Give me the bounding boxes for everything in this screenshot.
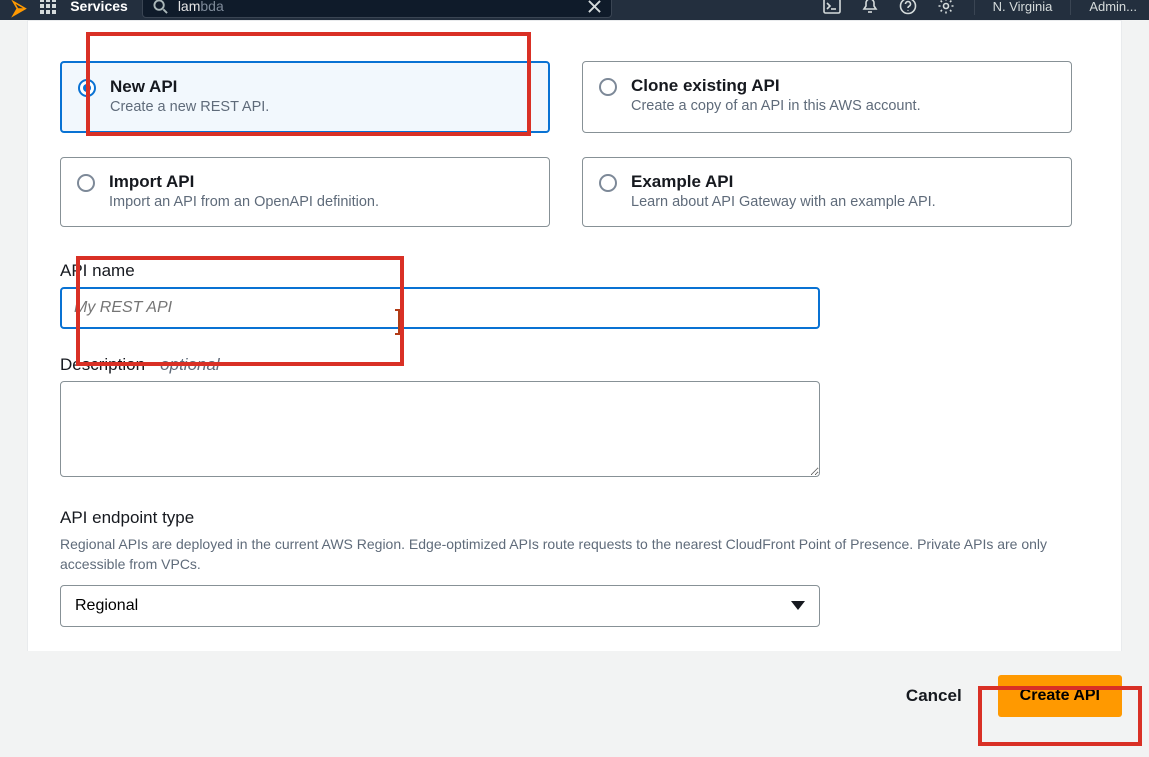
- tile-title: Import API: [109, 172, 379, 192]
- radio-new-api[interactable]: [78, 79, 96, 97]
- aws-logo[interactable]: ⮚: [12, 0, 26, 18]
- description-group: Description - optional: [60, 355, 1089, 482]
- tile-title: Clone existing API: [631, 76, 921, 96]
- chevron-down-icon: [791, 601, 805, 610]
- account-menu[interactable]: Admin...: [1089, 0, 1137, 14]
- tile-example-api[interactable]: Example API Learn about API Gateway with…: [582, 157, 1072, 227]
- settings-icon[interactable]: [936, 0, 956, 16]
- create-api-panel: New API Create a new REST API. Clone exi…: [27, 20, 1122, 651]
- help-icon[interactable]: [898, 0, 918, 16]
- nav-divider: [974, 0, 975, 15]
- tile-desc: Create a new REST API.: [110, 99, 269, 115]
- close-icon[interactable]: [588, 0, 601, 13]
- cancel-button[interactable]: Cancel: [900, 676, 968, 716]
- description-label: Description - optional: [60, 355, 1089, 375]
- radio-example-api[interactable]: [599, 174, 617, 192]
- radio-import-api[interactable]: [77, 174, 95, 192]
- tile-desc: Import an API from an OpenAPI definition…: [109, 194, 379, 210]
- api-name-label: API name: [60, 261, 1089, 281]
- search-icon: [153, 0, 168, 14]
- search-box[interactable]: lambda: [142, 0, 612, 18]
- endpoint-type-label: API endpoint type: [60, 508, 1089, 528]
- notifications-icon[interactable]: [860, 0, 880, 16]
- tile-title: Example API: [631, 172, 936, 192]
- region-selector[interactable]: N. Virginia: [993, 0, 1053, 14]
- services-link[interactable]: Services: [70, 0, 128, 14]
- services-grid-icon[interactable]: [40, 0, 56, 14]
- create-api-button[interactable]: Create API: [998, 675, 1122, 717]
- endpoint-type-group: API endpoint type Regional APIs are depl…: [60, 508, 1089, 627]
- topnav: ⮚ Services lambda N. Virginia Admin...: [0, 0, 1149, 20]
- cloudshell-icon[interactable]: [822, 0, 842, 16]
- tile-desc: Create a copy of an API in this AWS acco…: [631, 98, 921, 114]
- tile-clone-existing-api[interactable]: Clone existing API Create a copy of an A…: [582, 61, 1072, 133]
- tile-title: New API: [110, 77, 269, 97]
- api-name-group: API name: [60, 261, 1089, 329]
- nav-divider: [1070, 0, 1071, 15]
- tile-new-api[interactable]: New API Create a new REST API.: [60, 61, 550, 133]
- radio-clone-existing[interactable]: [599, 78, 617, 96]
- page: New API Create a new REST API. Clone exi…: [0, 20, 1149, 757]
- form-actions: Cancel Create API: [27, 675, 1122, 717]
- api-source-tiles: New API Create a new REST API. Clone exi…: [60, 61, 1089, 227]
- tile-desc: Learn about API Gateway with an example …: [631, 194, 936, 210]
- endpoint-type-helper: Regional APIs are deployed in the curren…: [60, 534, 1089, 575]
- tile-import-api[interactable]: Import API Import an API from an OpenAPI…: [60, 157, 550, 227]
- endpoint-type-selected: Regional: [75, 597, 138, 615]
- description-textarea[interactable]: [60, 381, 820, 477]
- search-input-text: lambda: [178, 0, 224, 14]
- endpoint-type-select[interactable]: Regional: [60, 585, 820, 627]
- api-name-input[interactable]: [60, 287, 820, 329]
- text-cursor-icon: [398, 309, 400, 335]
